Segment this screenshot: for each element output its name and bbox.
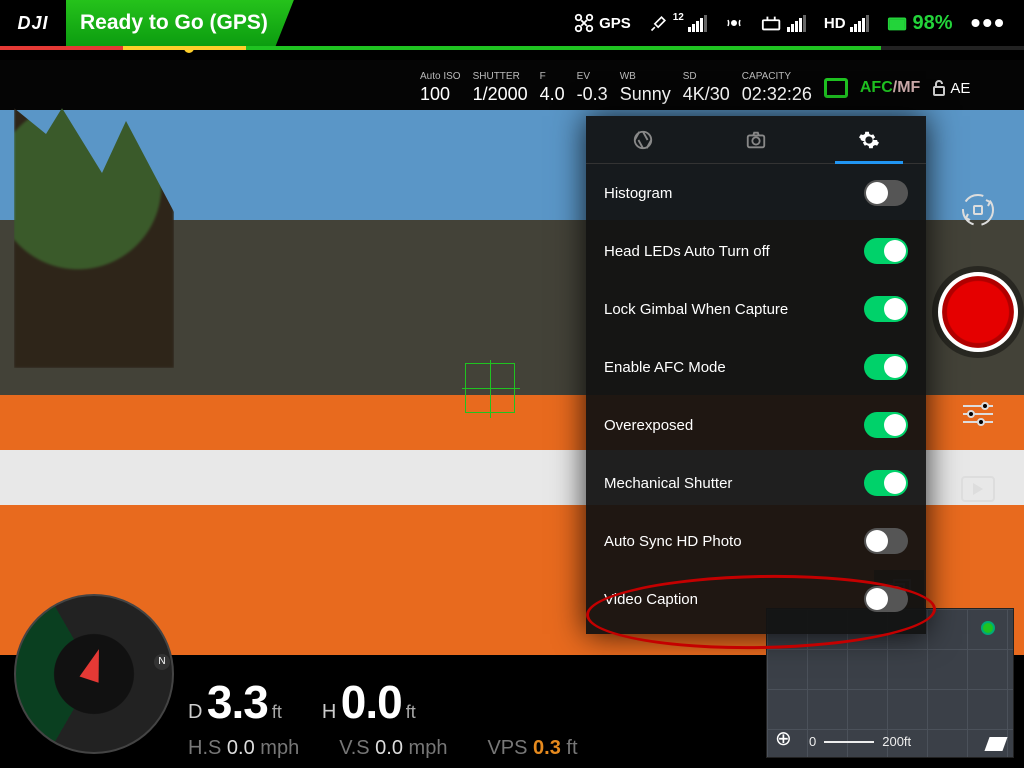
vspeed-value: 0.0 xyxy=(375,737,403,759)
setting-label: Video Caption xyxy=(604,591,698,608)
map-zoom-button[interactable]: ⊕ xyxy=(775,726,792,751)
tab-camera[interactable] xyxy=(699,116,812,163)
camera-switch-button[interactable] xyxy=(958,190,998,230)
focus-mode-toggle[interactable]: AFC/MF xyxy=(860,79,920,97)
hd-label: HD xyxy=(824,15,846,32)
unlock-icon xyxy=(932,80,946,96)
battery-rc-icon[interactable] xyxy=(761,14,806,32)
satellite-icon[interactable]: 12 xyxy=(649,13,707,33)
height-value: 0.0 xyxy=(341,676,402,728)
ae-label: AE xyxy=(950,80,970,97)
focus-frame-icon[interactable] xyxy=(824,78,848,98)
map-scale: 0200ft xyxy=(809,734,911,749)
param-iso[interactable]: Auto ISO100 xyxy=(420,71,461,105)
aperture-icon xyxy=(632,129,654,151)
setting-label: Overexposed xyxy=(604,417,693,434)
map-home-point-icon xyxy=(981,621,995,635)
param-shutter[interactable]: SHUTTER1/2000 xyxy=(473,71,528,105)
setting-label: Histogram xyxy=(604,185,672,202)
toggle[interactable] xyxy=(864,180,908,206)
toggle[interactable] xyxy=(864,354,908,380)
setting-afc-mode[interactable]: Enable AFC Mode xyxy=(586,338,926,396)
camera-params-row: Auto ISO100 SHUTTER1/2000 F4.0 EV-0.3 WB… xyxy=(420,66,1012,110)
playback-button[interactable] xyxy=(961,476,995,502)
battery-timeline xyxy=(0,46,1024,50)
signal-bars-icon xyxy=(688,15,707,32)
record-button[interactable] xyxy=(938,272,1018,352)
vps-label: VPS xyxy=(487,737,527,759)
toggle[interactable] xyxy=(864,528,908,554)
gear-icon xyxy=(858,129,880,151)
vps-value: 0.3 xyxy=(533,737,561,759)
setting-overexposed[interactable]: Overexposed xyxy=(586,396,926,454)
hspeed-label: H.S xyxy=(188,737,221,759)
flight-status: Ready to Go (GPS) xyxy=(66,0,294,46)
battery-percent: 98% xyxy=(913,12,953,35)
param-sd[interactable]: SD4K/30 xyxy=(683,71,730,105)
vspeed-label: V.S xyxy=(339,737,369,759)
param-ev[interactable]: EV-0.3 xyxy=(577,71,608,105)
toggle[interactable] xyxy=(864,470,908,496)
setting-video-caption[interactable]: Video Caption xyxy=(586,570,926,628)
hspeed-value: 0.0 xyxy=(227,737,255,759)
telemetry-readout: D 3.3ft H 0.0ft H.S 0.0 mph V.S 0.0 mph … xyxy=(188,672,744,762)
setting-auto-sync-hd[interactable]: Auto Sync HD Photo xyxy=(586,512,926,570)
toggle[interactable] xyxy=(864,412,908,438)
flight-mode-icon[interactable]: GPS xyxy=(573,12,631,34)
setting-label: Mechanical Shutter xyxy=(604,475,732,492)
flight-mode-label: GPS xyxy=(599,15,631,32)
setting-head-leds[interactable]: Head LEDs Auto Turn off xyxy=(586,222,926,280)
north-label: N xyxy=(154,654,170,670)
param-capacity[interactable]: CAPACITY02:32:26 xyxy=(742,71,812,105)
distance-value: 3.3 xyxy=(207,676,268,728)
focus-reticle xyxy=(465,363,515,413)
tab-gear[interactable] xyxy=(813,116,926,163)
camera-settings-button[interactable] xyxy=(958,394,998,434)
heading-arrow-icon xyxy=(80,646,109,683)
camera-settings-panel: Histogram Head LEDs Auto Turn off Lock G… xyxy=(586,116,926,634)
rc-signal-icon[interactable] xyxy=(725,14,743,32)
setting-histogram[interactable]: Histogram xyxy=(586,164,926,222)
setting-label: Lock Gimbal When Capture xyxy=(604,301,788,318)
attitude-indicator[interactable]: N xyxy=(14,594,174,754)
tab-aperture[interactable] xyxy=(586,116,699,163)
setting-label: Head LEDs Auto Turn off xyxy=(604,243,770,260)
setting-lock-gimbal[interactable]: Lock Gimbal When Capture xyxy=(586,280,926,338)
setting-mech-shutter[interactable]: Mechanical Shutter xyxy=(586,454,926,512)
param-aperture[interactable]: F4.0 xyxy=(540,71,565,105)
toggle[interactable] xyxy=(864,296,908,322)
ae-lock-button[interactable]: AE xyxy=(932,80,970,97)
setting-label: Auto Sync HD Photo xyxy=(604,533,742,550)
aircraft-battery-icon[interactable]: 98% xyxy=(887,12,953,35)
height-label: H xyxy=(322,701,336,723)
setting-label: Enable AFC Mode xyxy=(604,359,726,376)
top-status-bar: DJI Ready to Go (GPS) GPS 12 HD xyxy=(0,0,1024,46)
toggle[interactable] xyxy=(864,586,908,612)
param-wb[interactable]: WBSunny xyxy=(620,71,671,105)
sat-count: 12 xyxy=(673,12,684,23)
distance-label: D xyxy=(188,701,202,723)
camera-icon xyxy=(745,129,767,151)
hd-signal-icon[interactable]: HD xyxy=(824,15,869,32)
toggle[interactable] xyxy=(864,238,908,264)
rc-bars-icon xyxy=(787,15,806,32)
brand-logo: DJI xyxy=(0,13,66,34)
